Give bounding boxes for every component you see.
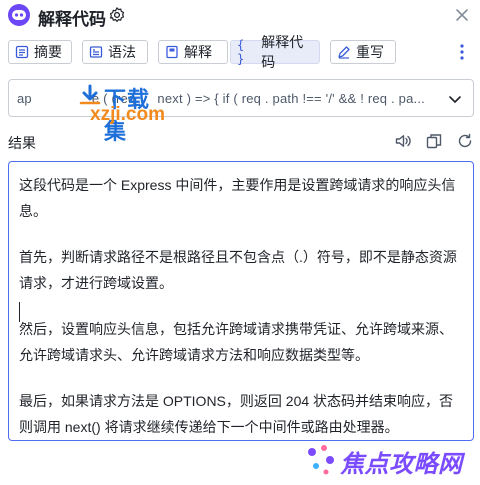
summary-button[interactable]: 摘要 (8, 40, 72, 64)
copy-icon[interactable] (425, 132, 443, 150)
grammar-icon (89, 46, 103, 58)
result-paragraph-1: 这段代码是一个 Express 中间件，主要作用是设置跨域请求的响应头信息。 (19, 177, 456, 219)
grammar-button[interactable]: 语法 (82, 40, 148, 64)
chevron-down-icon[interactable] (447, 91, 463, 107)
result-paragraph-3: 然后，设置响应头信息，包括允许跨域请求携带凭证、允许跨域来源、允许跨域请求头、允… (19, 321, 453, 363)
refresh-icon[interactable] (456, 132, 474, 150)
explain-button[interactable]: 解释 (158, 40, 228, 64)
result-paragraph-4: 最后，如果请求方法是 OPTIONS，则返回 204 状态码并结束响应，否则调用… (19, 393, 454, 435)
rewrite-button[interactable]: 重写 (330, 40, 396, 64)
summary-button-label: 摘要 (34, 44, 62, 60)
result-paragraph-2: 首先，判断请求路径不是根路径且不包含点（.）符号，即不是静态资源请求，才进行跨域… (19, 249, 457, 291)
braces-icon: { } (237, 38, 245, 66)
more-vertical-icon[interactable] (452, 42, 472, 62)
close-icon[interactable] (452, 5, 472, 25)
result-textarea[interactable]: 这段代码是一个 Express 中间件，主要作用是设置跨域请求的响应头信息。 首… (8, 161, 474, 441)
grammar-button-label: 语法 (108, 44, 136, 60)
book-icon (166, 45, 178, 59)
code-prefix: ap (17, 90, 32, 106)
explain-code-button-label: 解释代码 (261, 34, 304, 70)
code-tail: next ) => { if ( req . path !== '/' && !… (157, 90, 425, 106)
header: 解释代码 (0, 0, 480, 32)
page-title: 解释代码 (38, 10, 106, 29)
edit-icon (338, 46, 350, 59)
result-label: 结果 (8, 135, 36, 151)
robot-face-icon (8, 4, 30, 26)
summary-icon (15, 45, 29, 59)
footer-brand: 焦点攻略网 (340, 451, 463, 478)
footer-watermark: 焦点攻略网 (300, 440, 480, 485)
explain-code-button[interactable]: { } 解释代码 (230, 34, 320, 70)
watermark-en: xzji.com (90, 104, 165, 125)
speaker-icon[interactable] (394, 132, 412, 150)
explain-button-label: 解释 (184, 44, 212, 60)
download-arrow-icon (79, 84, 101, 105)
gear-icon[interactable] (108, 6, 126, 24)
brand-mark-icon (308, 445, 334, 475)
result-actions (381, 132, 474, 150)
rewrite-button-label: 重写 (356, 44, 384, 60)
watermark-logo: 下载集 xzji.com (78, 82, 168, 144)
